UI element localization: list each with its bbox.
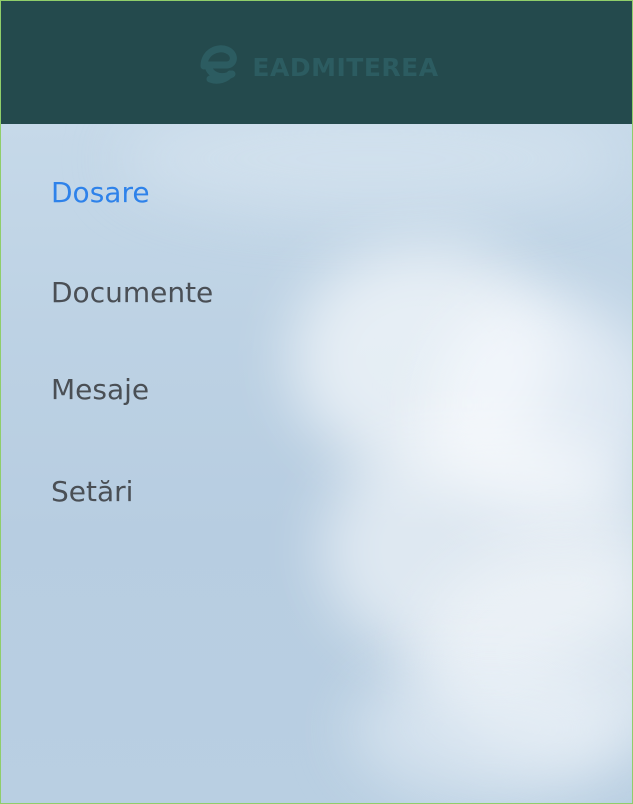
top-header: EADMITEREA bbox=[1, 1, 632, 124]
cloud bbox=[121, 124, 621, 214]
sidebar-item-dosare[interactable]: Dosare bbox=[51, 176, 150, 209]
cloud bbox=[351, 654, 631, 803]
app-frame: EADMITEREA Dosare Documente Mesaje Setăr… bbox=[0, 0, 633, 804]
brand-name: EADMITEREA bbox=[252, 53, 439, 82]
sidebar-item-documente[interactable]: Documente bbox=[51, 276, 213, 309]
sky-background bbox=[1, 124, 632, 803]
e-letter-icon bbox=[200, 44, 238, 84]
brand-logo[interactable]: EADMITEREA bbox=[194, 38, 438, 88]
sidebar-item-setari[interactable]: Setări bbox=[51, 475, 133, 508]
sidebar-item-mesaje[interactable]: Mesaje bbox=[51, 373, 149, 406]
